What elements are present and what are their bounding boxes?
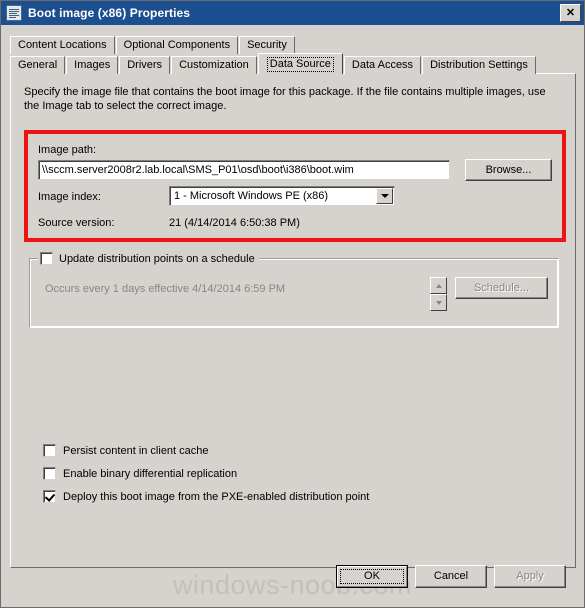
highlight-box: Image path: Browse... Image index: 1 - M… [24,130,566,242]
update-schedule-label: Update distribution points on a schedule [59,252,255,265]
tab-label: Content Locations [18,39,107,51]
update-schedule-checkbox[interactable] [40,252,53,265]
persist-content-checkbox[interactable] [43,444,56,457]
browse-button[interactable]: Browse... [465,159,552,181]
browse-button-label: Browse... [485,163,532,176]
schedule-button[interactable]: Schedule... [455,277,548,299]
schedule-group-box: Update distribution points on a schedule… [29,251,559,328]
schedule-occurs-text: Occurs every 1 days effective 4/14/2014 … [45,283,286,295]
image-index-value: 1 - Microsoft Windows PE (x86) [174,190,329,202]
cancel-button[interactable]: Cancel [415,565,487,588]
arrow-up-icon[interactable] [430,277,447,294]
image-path-input[interactable] [38,160,450,180]
tab-label: Security [247,39,287,51]
properties-dialog-window: Boot image (x86) Properties ✕ Content Lo… [0,0,585,608]
ok-button[interactable]: OK [336,565,408,588]
tab-label: Data Source [266,56,334,72]
tab-label: Data Access [351,59,414,71]
schedule-group-legend[interactable]: Update distribution points on a schedule [38,251,259,266]
window-title: Boot image (x86) Properties [28,6,191,20]
tab-optional-components[interactable]: Optional Components [115,36,239,54]
tab-label: Drivers [127,59,163,71]
image-path-label: Image path: [38,144,97,156]
apply-button-label: Apply [516,570,544,582]
tab-customization[interactable]: Customization [171,56,257,74]
tab-label: General [18,59,58,71]
binary-differential-checkbox-row[interactable]: Enable binary differential replication [43,467,237,480]
source-version-label: Source version: [38,217,115,229]
tab-content-locations[interactable]: Content Locations [10,36,115,54]
arrow-up-glyph [435,283,442,288]
tab-drivers[interactable]: Drivers [119,56,171,74]
properties-document-icon [6,5,22,21]
page-description: Specify the image file that contains the… [24,86,546,112]
persist-content-checkbox-row[interactable]: Persist content in client cache [43,444,209,457]
source-version-value: 21 (4/14/2014 6:50:38 PM) [169,217,300,229]
binary-differential-label: Enable binary differential replication [63,467,238,480]
tab-strip: Content Locations Optional Components Se… [10,35,576,74]
cancel-button-label: Cancel [433,570,469,582]
arrow-down-glyph [435,300,442,305]
deploy-pxe-label: Deploy this boot image from the PXE-enab… [63,490,370,503]
tab-row-bottom: General Images Drivers Customization Dat… [10,53,576,74]
image-index-combobox[interactable]: 1 - Microsoft Windows PE (x86) [169,186,395,206]
tab-row-top: Content Locations Optional Components Se… [10,35,576,54]
tab-general[interactable]: General [10,56,66,74]
tab-label: Distribution Settings [430,59,528,71]
dialog-button-bar: OK Cancel Apply [1,556,584,607]
image-index-label: Image index: [38,191,101,203]
tab-data-access[interactable]: Data Access [343,56,422,74]
chevron-down-icon[interactable] [376,188,393,204]
tab-images[interactable]: Images [66,56,119,74]
chevron-down-glyph [380,194,389,198]
arrow-down-icon[interactable] [430,294,447,311]
dialog-body: Content Locations Optional Components Se… [1,25,584,607]
close-icon[interactable]: ✕ [560,4,581,22]
schedule-button-label: Schedule... [473,281,530,294]
tab-data-source[interactable]: Data Source [257,53,343,74]
tab-distribution-settings[interactable]: Distribution Settings [422,56,536,74]
tab-label: Optional Components [123,39,231,51]
persist-content-label: Persist content in client cache [63,444,209,457]
deploy-pxe-checkbox-row[interactable]: Deploy this boot image from the PXE-enab… [43,490,369,503]
apply-button[interactable]: Apply [494,565,566,588]
tab-label: Customization [179,59,249,71]
ok-button-label: OK [364,570,380,582]
title-bar: Boot image (x86) Properties ✕ [1,1,584,25]
tab-security[interactable]: Security [239,36,295,54]
deploy-pxe-checkbox[interactable] [43,490,56,503]
binary-differential-checkbox[interactable] [43,467,56,480]
tab-label: Images [74,59,111,71]
tab-page-data-source: Specify the image file that contains the… [10,73,576,568]
schedule-spinner[interactable] [430,277,447,311]
